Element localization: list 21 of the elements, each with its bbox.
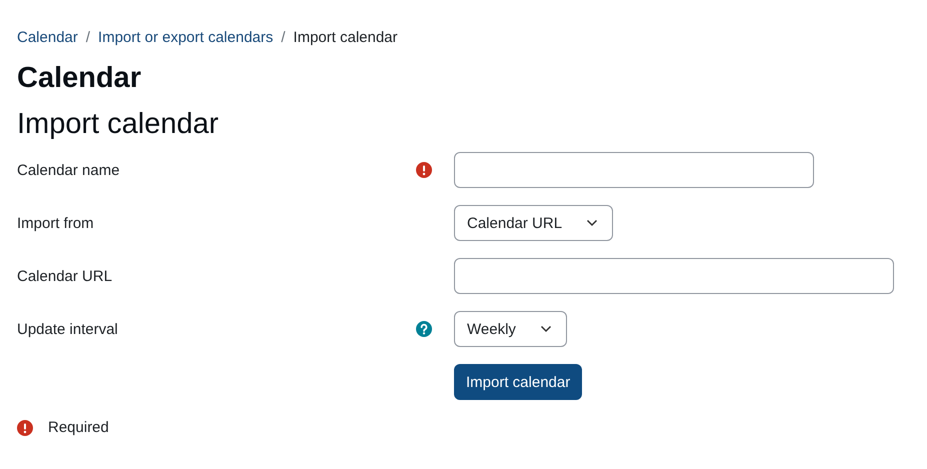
chevron-down-icon [586, 219, 598, 227]
chevron-down-icon [540, 325, 552, 333]
field-label: Update interval [17, 320, 119, 338]
breadcrumb-link[interactable]: Import or export calendars [98, 28, 274, 46]
breadcrumb-current: Import calendar [293, 28, 398, 46]
required-icon [17, 420, 33, 436]
dropdown[interactable]: Calendar URL [454, 205, 614, 241]
dropdown[interactable]: Weekly [454, 311, 567, 347]
text-field[interactable] [454, 258, 894, 294]
text-field[interactable] [454, 152, 814, 188]
breadcrumb-separator: / [281, 28, 286, 46]
help-icon[interactable] [416, 321, 432, 337]
field-label: Calendar URL [17, 268, 114, 284]
required-note: Required [48, 419, 109, 436]
field-label: Import from [17, 214, 95, 232]
import-button[interactable]: Import calendar [454, 364, 582, 400]
page-title: Calendar [17, 61, 142, 96]
breadcrumb-separator: / [86, 28, 90, 46]
field-label: Calendar name [17, 162, 121, 178]
breadcrumb-link[interactable]: Calendar [17, 28, 78, 46]
form-title: Import calendar [17, 107, 220, 142]
